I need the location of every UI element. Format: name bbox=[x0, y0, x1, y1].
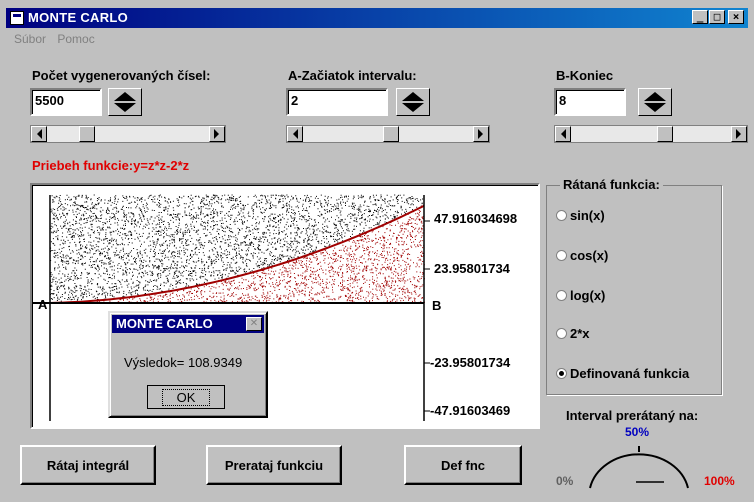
function-label: Priebeh funkcie:y=z*z-2*z bbox=[32, 158, 190, 173]
b-label: B-Koniec bbox=[556, 68, 614, 83]
spin-arrows-icon bbox=[644, 92, 666, 112]
spin-arrows-icon bbox=[402, 92, 424, 112]
window-controls: _ □ × bbox=[691, 10, 744, 24]
dialog-title: MONTE CARLO bbox=[116, 316, 213, 331]
y-tick-2: 23.95801734 bbox=[434, 261, 510, 276]
a-scrollbar[interactable] bbox=[286, 125, 490, 143]
count-spinner[interactable] bbox=[108, 88, 142, 116]
gauge-icon bbox=[589, 446, 689, 489]
scroll-right-icon[interactable] bbox=[473, 126, 489, 142]
b-field[interactable]: 8 bbox=[554, 88, 626, 116]
radio-icon bbox=[556, 328, 567, 339]
close-button[interactable]: × bbox=[728, 10, 744, 24]
recalculate-button[interactable]: Prerataj funkciu bbox=[206, 445, 342, 485]
dialog-title-bar[interactable]: MONTE CARLO ✕ bbox=[112, 315, 264, 333]
gauge-max-label: 100% bbox=[704, 474, 735, 488]
maximize-button[interactable]: □ bbox=[709, 10, 725, 24]
scroll-left-icon[interactable] bbox=[31, 126, 47, 142]
count-scrollbar[interactable] bbox=[30, 125, 226, 143]
window-title: MONTE CARLO bbox=[28, 10, 129, 25]
scroll-right-icon[interactable] bbox=[209, 126, 225, 142]
gauge-mid-label: 50% bbox=[625, 425, 650, 439]
spin-arrows-icon bbox=[114, 92, 136, 112]
radio-sin[interactable]: sin(x) bbox=[556, 208, 605, 223]
menu-file[interactable]: Súbor bbox=[14, 32, 46, 46]
scroll-left-icon[interactable] bbox=[287, 126, 303, 142]
a-spinner[interactable] bbox=[396, 88, 430, 116]
radio-selected-icon bbox=[556, 368, 567, 379]
b-scroll-thumb[interactable] bbox=[657, 126, 674, 142]
radio-icon bbox=[556, 210, 567, 221]
label-b: B bbox=[432, 298, 442, 313]
scroll-left-icon[interactable] bbox=[555, 126, 571, 142]
scroll-right-icon[interactable] bbox=[731, 126, 747, 142]
define-function-button[interactable]: Def fnc bbox=[404, 445, 522, 485]
y-tick-3: -23.95801734 bbox=[430, 355, 511, 370]
function-plot: 47.916034698 23.95801734 -23.95801734 -4… bbox=[30, 183, 540, 429]
interval-label: Interval prerátaný na: bbox=[566, 408, 699, 423]
label-a: A bbox=[38, 297, 48, 312]
radio-2x[interactable]: 2*x bbox=[556, 326, 590, 341]
integrate-button[interactable]: Rátaj integrál bbox=[20, 445, 156, 485]
app-icon bbox=[10, 11, 24, 25]
radio-icon bbox=[556, 250, 567, 261]
a-label: A-Začiatok intervalu: bbox=[288, 68, 417, 83]
count-label: Počet vygenerovaných čísel: bbox=[32, 68, 211, 83]
count-field[interactable]: 5500 bbox=[30, 88, 102, 116]
y-tick-1: 47.916034698 bbox=[434, 211, 518, 226]
b-spinner[interactable] bbox=[638, 88, 672, 116]
radio-log[interactable]: log(x) bbox=[556, 288, 605, 303]
menu-bar: Súbor Pomoc bbox=[14, 32, 103, 46]
gauge-min-label: 0% bbox=[556, 474, 574, 488]
result-dialog: MONTE CARLO ✕ Výsledok= 108.9349 OK bbox=[108, 311, 268, 418]
result-message: Výsledok= 108.9349 bbox=[124, 355, 243, 370]
a-scroll-thumb[interactable] bbox=[383, 126, 400, 142]
radio-cos[interactable]: cos(x) bbox=[556, 248, 608, 263]
main-window: MONTE CARLO _ □ × Súbor Pomoc Počet vyge… bbox=[0, 0, 754, 502]
points-below-curve bbox=[64, 208, 425, 304]
dialog-close-icon[interactable]: ✕ bbox=[246, 317, 262, 331]
minimize-button[interactable]: _ bbox=[692, 10, 708, 24]
radio-icon bbox=[556, 290, 567, 301]
radio-defined[interactable]: Definovaná funkcia bbox=[556, 366, 689, 381]
menu-help[interactable]: Pomoc bbox=[57, 32, 94, 46]
ok-button[interactable]: OK bbox=[147, 385, 225, 409]
b-scrollbar[interactable] bbox=[554, 125, 748, 143]
function-group-title: Rátaná funkcia: bbox=[560, 177, 663, 192]
title-bar[interactable]: MONTE CARLO _ □ × bbox=[6, 8, 748, 28]
y-tick-4: -47.91603469 bbox=[430, 403, 511, 418]
count-scroll-thumb[interactable] bbox=[79, 126, 96, 142]
points-above-curve bbox=[50, 194, 424, 303]
a-field[interactable]: 2 bbox=[286, 88, 388, 116]
